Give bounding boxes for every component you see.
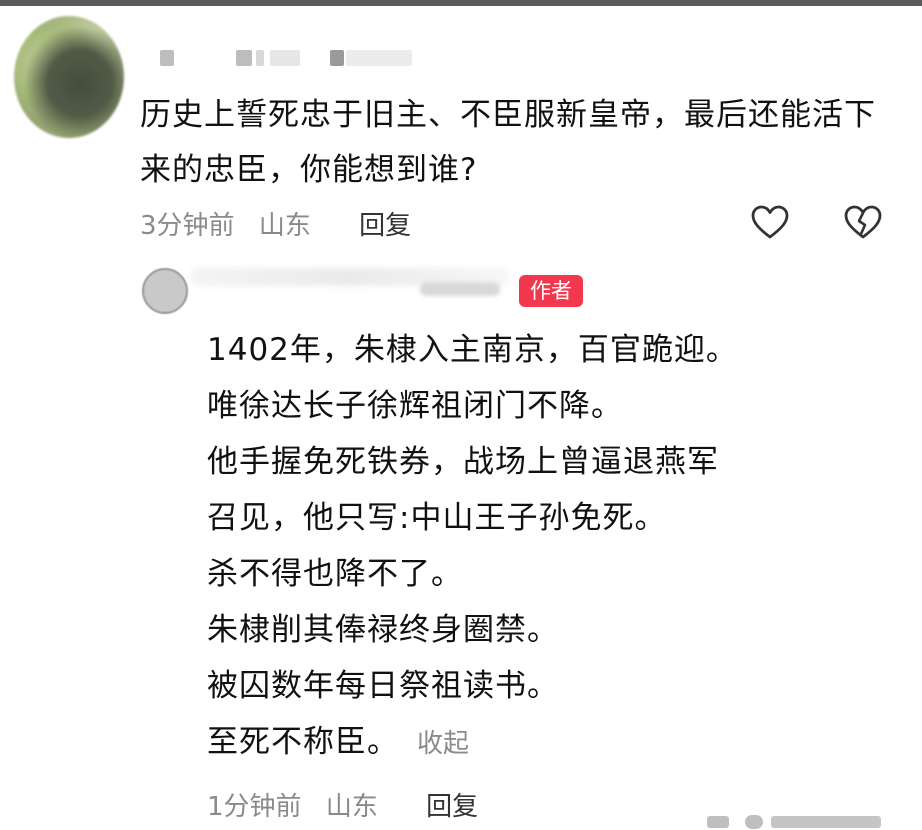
reply-line: 朱棣削其俸禄终身圈禁。 — [207, 612, 559, 648]
collapse-button[interactable]: 收起 — [417, 729, 469, 759]
heart-outline-icon[interactable] — [750, 203, 790, 243]
author-name-redacted — [190, 264, 520, 300]
reply-line-text: 至死不称臣。 — [207, 724, 399, 760]
reply-line: 被囚数年每日祭祖读书。 — [207, 668, 559, 704]
reply-meta: 1分钟前 山东 回复 — [207, 786, 478, 823]
comment-time: 3分钟前 — [140, 211, 235, 241]
reply-location: 山东 — [325, 792, 378, 822]
comment-meta: 3分钟前 山东 回复 — [140, 205, 411, 242]
watermark-blurred — [705, 812, 905, 830]
reply-reply-button[interactable]: 回复 — [426, 792, 478, 822]
broken-heart-icon[interactable] — [843, 203, 883, 243]
comment-reply-button[interactable]: 回复 — [359, 211, 411, 241]
reply-line: 唯徐达长子徐辉祖闭门不降。 — [207, 388, 623, 424]
reply-text: 1402年，朱棣入主南京，百官跪迎。 唯徐达长子徐辉祖闭门不降。 他手握免死铁券… — [207, 322, 907, 770]
comment-location: 山东 — [258, 211, 311, 241]
reply-line-last: 至死不称臣。 收起 — [207, 714, 907, 770]
reply-line: 杀不得也降不了。 — [207, 556, 463, 592]
comment-text: 历史上誓死忠于旧主、不臣服新皇帝，最后还能活下来的忠臣，你能想到谁? — [140, 97, 876, 188]
top-edge-strip — [0, 0, 922, 6]
reply-time: 1分钟前 — [207, 792, 302, 822]
reply-line: 1402年，朱棣入主南京，百官跪迎。 — [207, 332, 738, 368]
author-badge: 作者 — [519, 275, 583, 307]
author-avatar[interactable] — [142, 268, 188, 314]
commenter-name-redacted — [160, 50, 420, 70]
reply-line: 召见，他只写:中山王子孙免死。 — [207, 500, 667, 536]
reply-line: 他手握免死铁券，战场上曾逼退燕军 — [207, 444, 719, 480]
commenter-avatar[interactable] — [14, 16, 124, 138]
